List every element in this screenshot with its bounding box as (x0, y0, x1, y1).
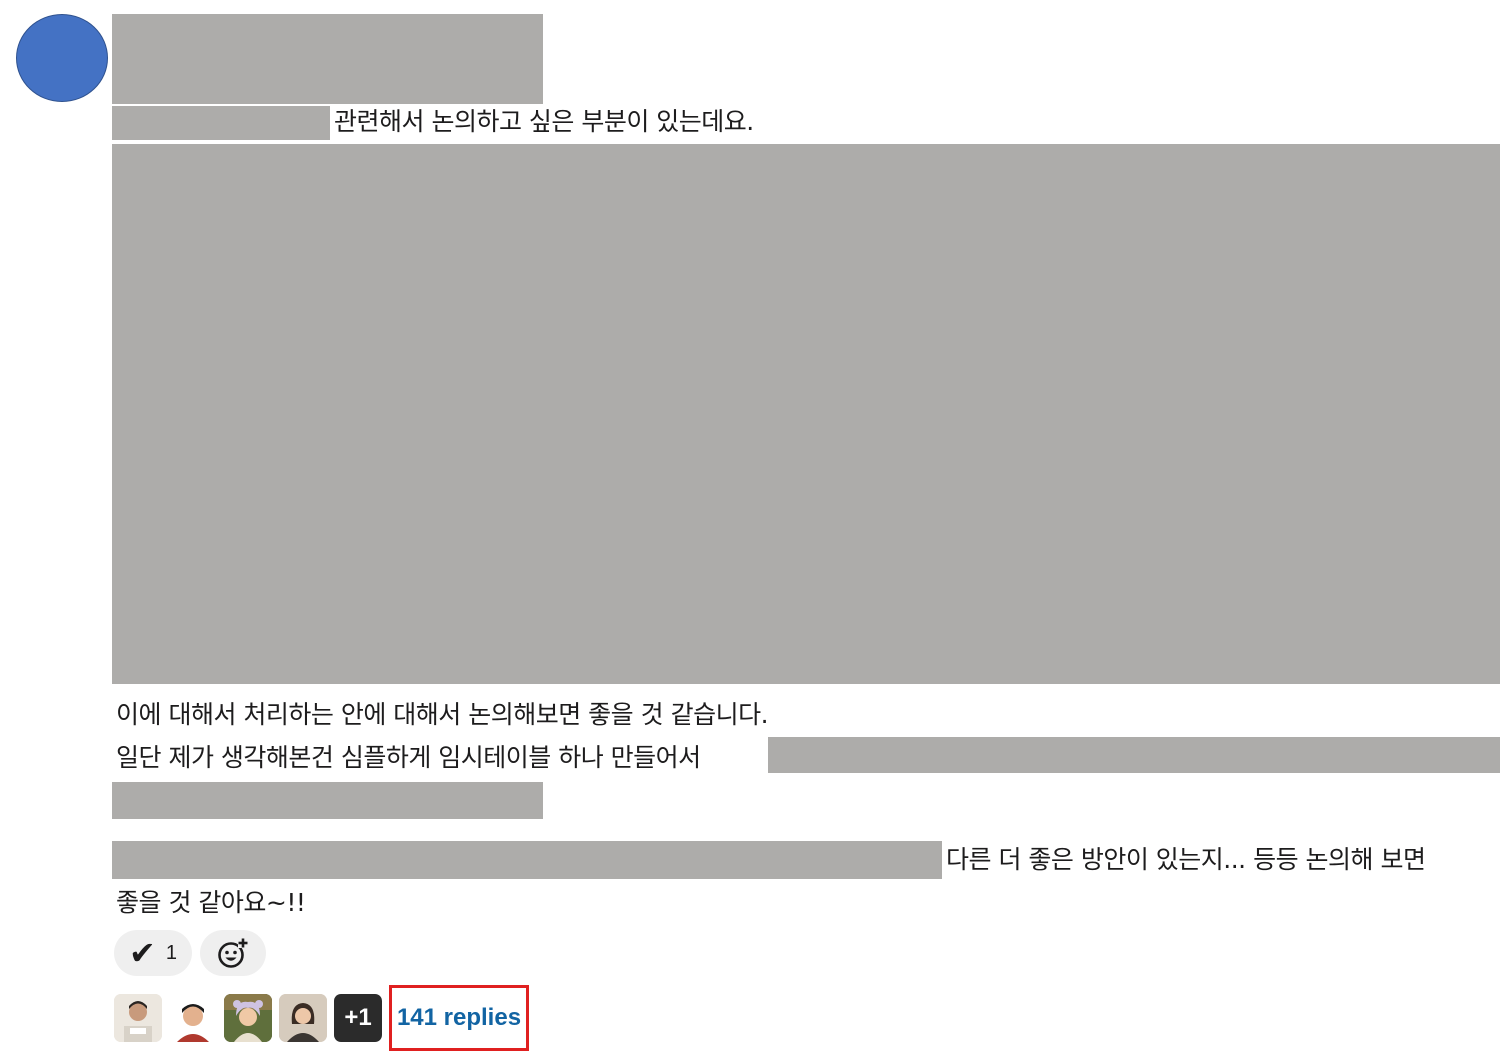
participant-avatar-1[interactable] (114, 994, 162, 1042)
participant-avatar-3[interactable] (224, 994, 272, 1042)
message-line-2: 이에 대해서 처리하는 안에 대해서 논의해보면 좋을 것 같습니다. (116, 700, 769, 729)
redacted-text (112, 106, 330, 140)
replies-highlight-box: 141 replies (389, 985, 529, 1051)
user-avatar[interactable] (16, 14, 108, 102)
check-reaction-button[interactable]: ✔ 1 (114, 930, 192, 976)
participant-avatar-4[interactable] (279, 994, 327, 1042)
thread-summary[interactable]: +1 141 replies (114, 985, 529, 1051)
message-line-4: 다른 더 좋은 방안이 있는지... 등등 논의해 보면 (946, 845, 1426, 874)
message-line-5: 좋을 것 같아요~!! (116, 888, 306, 917)
participant-avatar-2[interactable] (169, 994, 217, 1042)
thread-replies-link[interactable]: 141 replies (397, 1004, 521, 1032)
redacted-text (112, 841, 942, 879)
redacted-text (768, 737, 1500, 773)
redacted-content-block (112, 144, 1500, 684)
add-reaction-button[interactable] (200, 930, 266, 976)
message-line-1: 관련해서 논의하고 싶은 부분이 있는데요. (334, 107, 754, 136)
message-line-3: 일단 제가 생각해본건 심플하게 임시테이블 하나 만들어서 (116, 743, 701, 772)
redacted-sender-name (112, 14, 543, 104)
reaction-count: 1 (165, 941, 177, 964)
more-participants-badge[interactable]: +1 (334, 994, 382, 1042)
add-reaction-icon (218, 938, 248, 968)
redacted-text (112, 782, 543, 819)
reactions-bar: ✔ 1 (114, 930, 266, 976)
check-icon: ✔ (129, 934, 156, 972)
